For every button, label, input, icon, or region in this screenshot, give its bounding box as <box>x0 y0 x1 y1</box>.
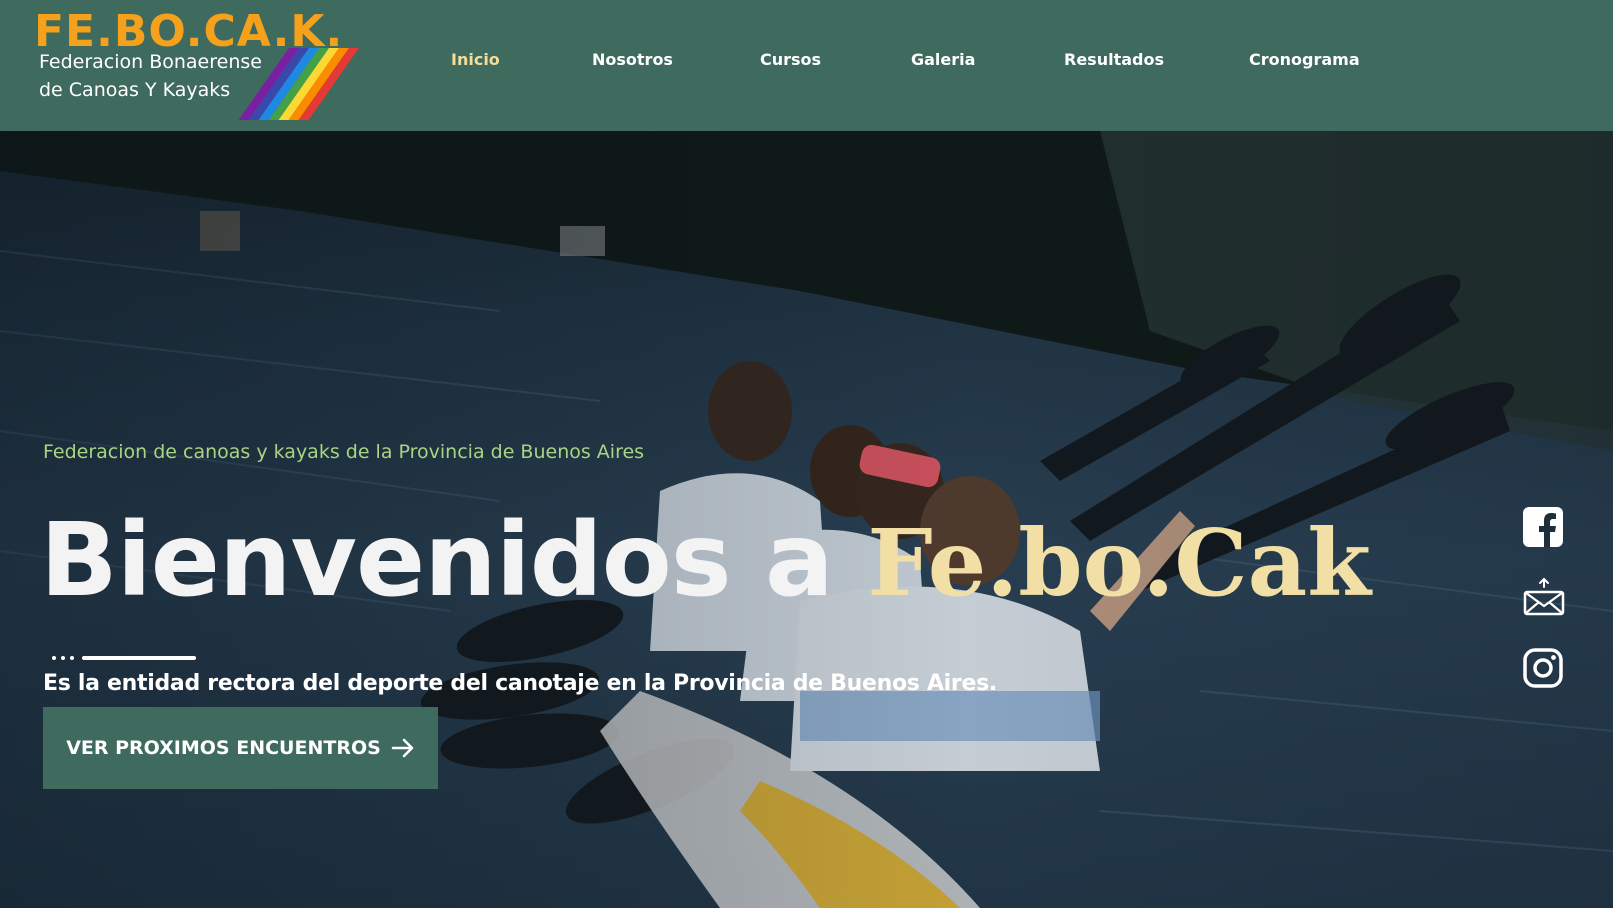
nav-item-cronograma[interactable]: Cronograma <box>1249 50 1360 69</box>
hero-section: Federacion de canoas y kayaks de la Prov… <box>0 131 1613 908</box>
ver-proximos-encuentros-button[interactable]: VER PROXIMOS ENCUENTROS <box>43 707 438 789</box>
hero-divider <box>52 656 196 660</box>
arrow-right-icon <box>391 738 414 758</box>
hero-title-brand: Fe.bo.Cak <box>867 509 1371 617</box>
logo-subtitle-line2: de Canoas Y Kayaks <box>39 79 231 101</box>
site-logo[interactable]: FE.BO.CA.K. Federacion Bonaerense de Can… <box>34 6 360 120</box>
hero-title-welcome: Bienvenidos a <box>40 501 868 620</box>
cta-label: VER PROXIMOS ENCUENTROS <box>66 737 381 759</box>
hero-tagline: Es la entidad rectora del deporte del ca… <box>43 671 997 696</box>
logo-title: FE.BO.CA.K. <box>34 6 344 57</box>
nav-item-resultados[interactable]: Resultados <box>1064 50 1164 69</box>
nav-item-nosotros[interactable]: Nosotros <box>592 50 673 69</box>
email-icon[interactable] <box>1523 577 1565 617</box>
hero-title: Bienvenidos a Fe.bo.Cak <box>40 501 1371 644</box>
site-header: FE.BO.CA.K. Federacion Bonaerense de Can… <box>0 0 1613 131</box>
nav-item-cursos[interactable]: Cursos <box>760 50 821 69</box>
facebook-icon[interactable] <box>1523 507 1563 547</box>
nav-item-galeria[interactable]: Galeria <box>911 50 975 69</box>
instagram-icon[interactable] <box>1523 648 1563 688</box>
nav-item-inicio[interactable]: Inicio <box>451 50 500 69</box>
hero-subtitle: Federacion de canoas y kayaks de la Prov… <box>43 441 645 463</box>
logo-subtitle-line1: Federacion Bonaerense <box>39 51 262 73</box>
